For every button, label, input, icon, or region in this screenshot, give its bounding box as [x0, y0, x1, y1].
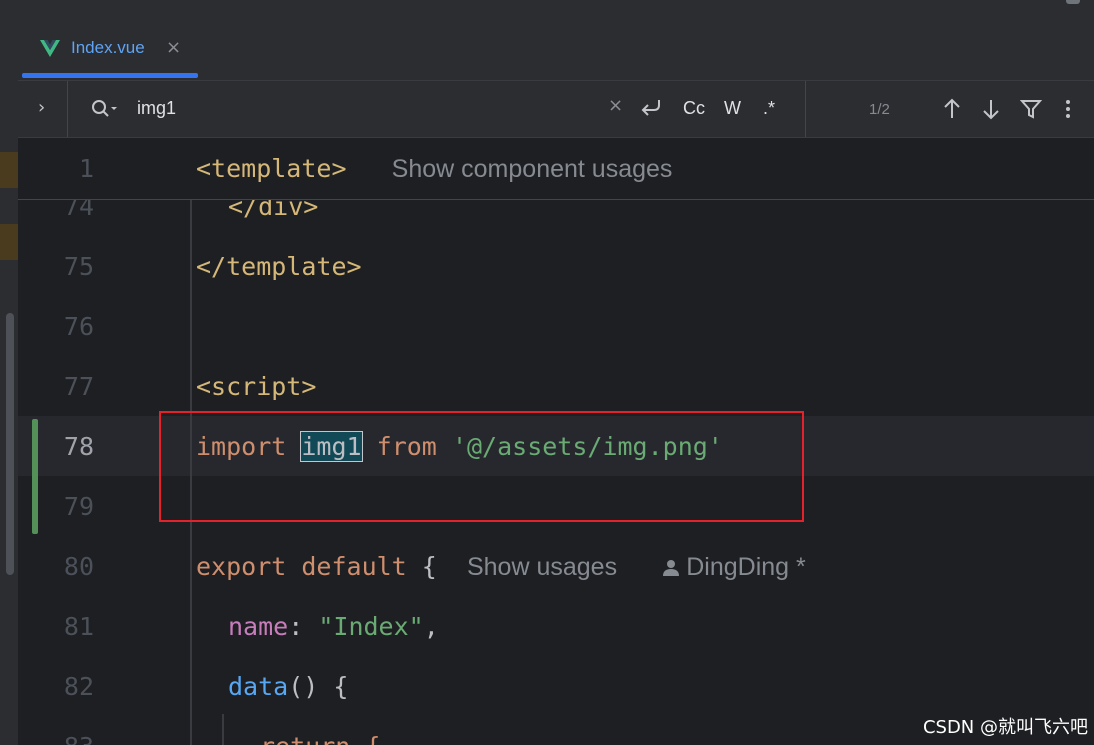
line-number: 75 [63, 252, 94, 281]
search-input[interactable] [137, 94, 587, 122]
tab-label: Index.vue [71, 38, 145, 57]
code-token: </template> [196, 252, 362, 281]
author-name: DingDing * [686, 553, 806, 581]
editor-tab-bar: Index.vue × [18, 18, 1094, 81]
code-token: { [421, 552, 437, 581]
line-number: 79 [63, 492, 94, 521]
active-tab-indicator [22, 73, 198, 78]
code-token: data [228, 672, 289, 701]
code-line: data() { [228, 672, 348, 701]
code-line: import img1 from '@/assets/img.png' [196, 431, 723, 462]
code-line: return { [260, 732, 380, 745]
regex-toggle[interactable]: .* [763, 98, 775, 119]
code-token: : [288, 612, 304, 641]
whole-words-toggle[interactable]: W [724, 98, 741, 119]
line-number: 82 [63, 672, 94, 701]
left-marker [0, 224, 18, 260]
code-editor[interactable]: 1 <template> Show component usages 74 </… [18, 138, 1094, 745]
code-token: from [376, 432, 437, 461]
search-match-highlight: img1 [300, 431, 363, 462]
filter-icon[interactable] [1020, 97, 1042, 121]
line-number: 76 [63, 312, 94, 341]
match-case-toggle[interactable]: Cc [683, 98, 705, 119]
expand-replace-icon[interactable]: › [38, 97, 45, 118]
code-token: , [423, 612, 439, 641]
show-usages-link[interactable]: Show usages [467, 553, 617, 581]
code-token: return { [260, 732, 380, 745]
more-options-icon[interactable] [1062, 97, 1074, 121]
newline-icon[interactable] [639, 97, 663, 119]
window-control[interactable] [1066, 0, 1080, 4]
code-token: <template> [196, 154, 347, 183]
code-line: </template> [196, 252, 362, 281]
left-scrollbar-thumb[interactable] [6, 313, 14, 575]
tab-index-vue[interactable]: Index.vue × [20, 18, 198, 80]
sticky-scroll-header[interactable]: 1 <template> Show component usages [18, 138, 1094, 200]
code-token: <script> [196, 372, 317, 401]
watermark: CSDN @就叫飞六吧 [922, 717, 1088, 738]
line-number: 1 [78, 154, 94, 183]
code-token: '@/assets/img.png' [451, 432, 723, 461]
indent-guide [222, 714, 224, 745]
line-number: 83 [34, 732, 94, 745]
code-token: export [196, 552, 287, 581]
match-count: 1/2 [869, 101, 890, 118]
divider [67, 81, 68, 137]
vue-file-icon [40, 40, 60, 57]
code-token: name [228, 612, 289, 641]
line-number: 78 [63, 432, 94, 461]
divider [805, 81, 806, 137]
code-token: import [196, 432, 287, 461]
line-number: 81 [63, 612, 94, 641]
code-line: <template> Show component usages [196, 154, 672, 184]
arrow-down-icon[interactable] [981, 97, 1001, 121]
close-icon[interactable]: × [166, 37, 181, 58]
user-icon [663, 560, 680, 577]
line-number: 77 [63, 372, 94, 401]
show-component-usages-link[interactable]: Show component usages [392, 155, 673, 183]
search-icon[interactable] [91, 99, 119, 119]
line-number: 80 [63, 552, 94, 581]
code-token: default [301, 552, 407, 581]
code-line: export default { Show usages DingDing * [196, 552, 806, 582]
indent-guide [190, 198, 192, 745]
code-token: "Index" [318, 612, 424, 641]
find-bar: › × Cc W .* 1/2 [18, 81, 1094, 138]
code-token: () { [288, 672, 349, 701]
left-tool-strip [0, 18, 18, 745]
code-line: <script> [196, 372, 316, 401]
left-marker [0, 152, 18, 188]
code-line: name: "Index", [228, 612, 439, 641]
author-hint[interactable]: DingDing * [662, 553, 806, 581]
arrow-up-icon[interactable] [942, 97, 962, 121]
clear-search-icon[interactable]: × [608, 95, 623, 116]
window-top-strip [0, 0, 1094, 19]
